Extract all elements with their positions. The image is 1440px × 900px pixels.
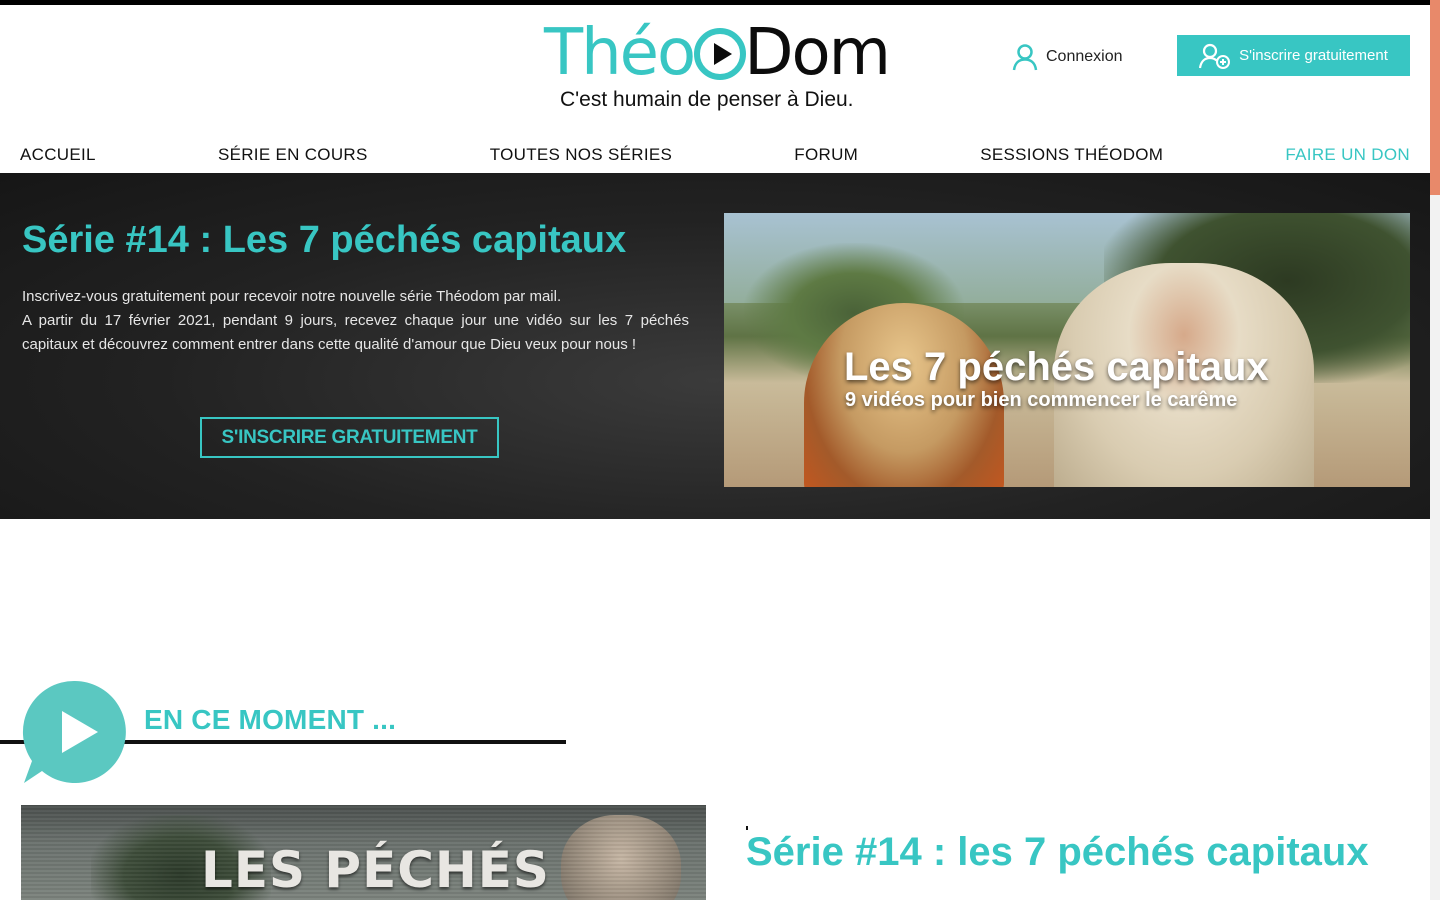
thumbnail-text: LES PÉCHÉS [201, 841, 550, 899]
logo-play-icon [694, 28, 747, 80]
hero-title: Série #14 : Les 7 péchés capitaux [22, 219, 627, 261]
main-nav: ACCUEIL SÉRIE EN COURS TOUTES NOS SÉRIES… [20, 145, 1410, 165]
add-user-icon [1199, 43, 1231, 69]
hero-series-image[interactable]: Les 7 péchés capitaux 9 vidéos pour bien… [724, 213, 1410, 487]
site-logo[interactable]: Théo Dom C'est humain de penser à Dieu. [540, 16, 891, 113]
scrollbar-thumb[interactable] [1430, 0, 1440, 195]
nav-item-accueil[interactable]: ACCUEIL [20, 145, 96, 165]
login-label: Connexion [1046, 48, 1123, 65]
section-title: EN CE MOMENT ... [144, 704, 397, 735]
hero-image-subtitle: 9 vidéos pour bien commencer le carême [845, 389, 1238, 411]
nav-item-faire-un-don[interactable]: FAIRE UN DON [1285, 145, 1410, 165]
signup-label: S'inscrire gratuitement [1239, 47, 1388, 64]
scrollbar-track[interactable] [1430, 195, 1440, 900]
current-series-title[interactable]: Série #14 : les 7 péchés capitaux [746, 830, 1369, 875]
top-border [0, 0, 1430, 5]
hero-text-line-2: A partir du 17 février 2021, pendant 9 j… [22, 312, 689, 353]
login-link[interactable]: Connexion [1012, 42, 1123, 72]
video-thumbnail[interactable]: LES PÉCHÉS [21, 805, 706, 900]
hero-text-line-1: Inscrivez-vous gratuitement pour recevoi… [22, 288, 562, 305]
nav-item-serie-en-cours[interactable]: SÉRIE EN COURS [218, 145, 368, 165]
nav-item-forum[interactable]: FORUM [794, 145, 858, 165]
hero-signup-button[interactable]: S'INSCRIRE GRATUITEMENT [200, 417, 499, 458]
logo-part-theo: Théo [544, 16, 696, 90]
nav-item-sessions-theodom[interactable]: SESSIONS THÉODOM [980, 145, 1163, 165]
play-bubble-icon [22, 680, 126, 783]
logo-part-dom: Dom [744, 16, 891, 90]
logo-tagline: C'est humain de penser à Dieu. [560, 88, 854, 111]
logo-wordmark: Théo Dom [544, 16, 891, 90]
nav-item-toutes-nos-series[interactable]: TOUTES NOS SÉRIES [490, 145, 672, 165]
hero-description: Inscrivez-vous gratuitement pour recevoi… [22, 285, 689, 357]
user-icon [1012, 44, 1038, 71]
hero-banner: Série #14 : Les 7 péchés capitaux Inscri… [0, 173, 1430, 519]
hero-image-title: Les 7 péchés capitaux [844, 345, 1269, 389]
signup-button[interactable]: S'inscrire gratuitement [1177, 35, 1410, 76]
